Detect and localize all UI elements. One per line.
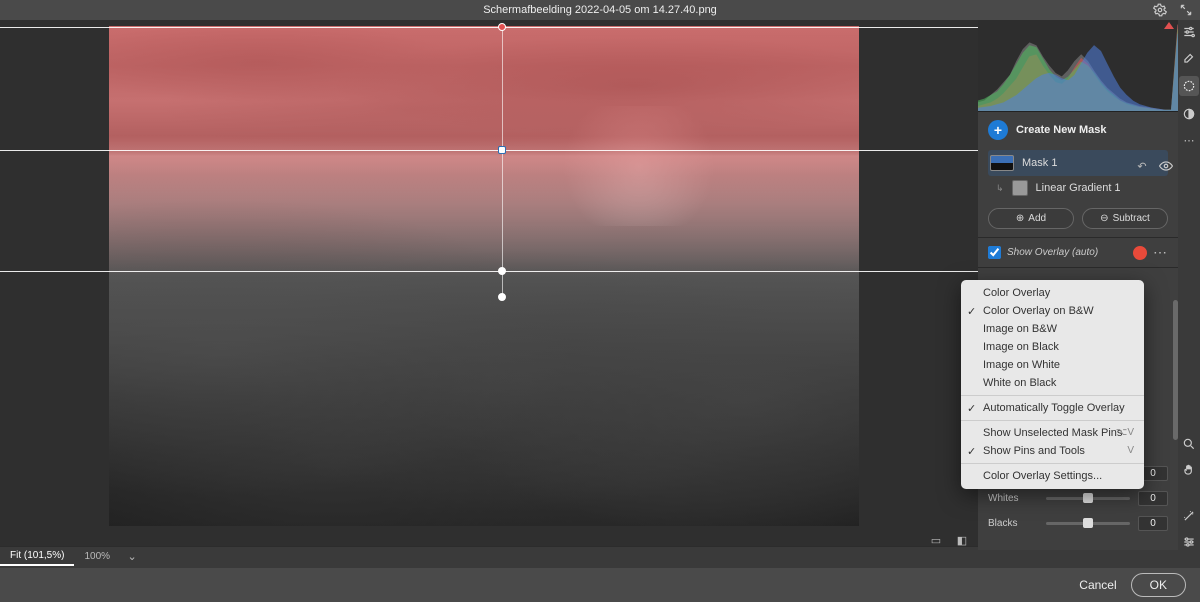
sliders2-icon[interactable] (1181, 534, 1197, 550)
dialog-footer: Cancel OK (0, 568, 1200, 602)
radial-mask-icon[interactable] (1179, 76, 1199, 96)
gradient-thumbnail (1012, 180, 1028, 196)
gradient-anchor-bottom[interactable] (498, 267, 506, 275)
chevron-down-icon[interactable]: ⌄ (124, 549, 140, 565)
gradient-vertical-line[interactable] (502, 27, 503, 297)
window-title: Schermafbeelding 2022-04-05 om 14.27.40.… (483, 4, 717, 16)
gradient-anchor-extra[interactable] (498, 293, 506, 301)
menu-auto-toggle[interactable]: ✓Automatically Toggle Overlay (961, 399, 1144, 417)
clipping-warning-icon[interactable] (1164, 22, 1174, 29)
show-overlay-row: Show Overlay (auto) ⋯ (978, 238, 1178, 268)
create-mask-button[interactable]: + (988, 120, 1008, 140)
visibility-icon[interactable] (1158, 158, 1174, 174)
slider-row-blacks: Blacks 0 (988, 516, 1168, 531)
panel-scrollbar[interactable] (1173, 300, 1178, 440)
blacks-slider[interactable] (1046, 522, 1130, 525)
title-bar: Schermafbeelding 2022-04-05 om 14.27.40.… (0, 0, 1200, 20)
adjust-icon[interactable] (1181, 24, 1197, 40)
gradient-line-top[interactable] (0, 27, 978, 28)
whites-value[interactable]: 0 (1138, 491, 1168, 506)
overlay-color-swatch[interactable] (1133, 246, 1147, 260)
zoom-fit-tab[interactable]: Fit (101,5%) (0, 547, 74, 566)
show-overlay-checkbox[interactable] (988, 246, 1001, 259)
overlay-context-menu: Color Overlay ✓Color Overlay on B&W Imag… (961, 280, 1144, 489)
cancel-button[interactable]: Cancel (1079, 578, 1116, 592)
whites-slider[interactable] (1046, 497, 1130, 500)
wand-icon[interactable] (1181, 508, 1197, 524)
gradient-handle-mid[interactable] (498, 146, 506, 154)
more-icon[interactable]: ⋯ (1181, 132, 1197, 148)
mask-sub-linear-gradient[interactable]: ↳ Linear Gradient 1 (988, 176, 1168, 200)
gear-icon[interactable] (1152, 2, 1168, 18)
menu-show-unselected[interactable]: Show Unselected Mask Pins⌥V (961, 424, 1144, 442)
link-icon: ↳ (996, 183, 1004, 194)
expand-icon[interactable] (1178, 2, 1194, 18)
image-preview[interactable] (109, 26, 859, 526)
add-mask-button[interactable]: ⊕ Add (988, 208, 1074, 229)
histogram[interactable] (978, 20, 1178, 112)
menu-white-black[interactable]: White on Black (961, 374, 1144, 392)
slider-row-whites: Whites 0 (988, 491, 1168, 506)
menu-show-pins-tools[interactable]: ✓Show Pins and ToolsV (961, 442, 1144, 460)
menu-color-overlay-bw[interactable]: ✓Color Overlay on B&W (961, 302, 1144, 320)
menu-image-white[interactable]: Image on White (961, 356, 1144, 374)
hand-icon[interactable] (1181, 462, 1197, 478)
show-overlay-label: Show Overlay (auto) (1007, 247, 1098, 258)
gradient-anchor-top[interactable] (498, 23, 506, 31)
gradient-line-bottom[interactable] (0, 271, 978, 272)
canvas-area[interactable]: ▭ ◧ (0, 20, 978, 550)
brush-icon[interactable] (1181, 50, 1197, 66)
menu-overlay-settings[interactable]: Color Overlay Settings... (961, 467, 1144, 485)
create-mask-label: Create New Mask (1016, 124, 1107, 136)
zoom-icon[interactable] (1181, 436, 1197, 452)
blacks-value[interactable]: 0 (1138, 516, 1168, 531)
add-icon: ⊕ (1016, 213, 1024, 224)
subtract-icon: ⊖ (1100, 213, 1108, 224)
subtract-mask-button[interactable]: ⊖ Subtract (1082, 208, 1168, 229)
menu-image-bw[interactable]: Image on B&W (961, 320, 1144, 338)
ok-button[interactable]: OK (1131, 573, 1186, 597)
menu-image-black[interactable]: Image on Black (961, 338, 1144, 356)
zoom-100-tab[interactable]: 100% (74, 548, 120, 565)
masks-panel: + Create New Mask ↶ Mask 1 ↳ Linear Grad… (978, 112, 1178, 238)
menu-color-overlay[interactable]: Color Overlay (961, 284, 1144, 302)
mask-label: Mask 1 (1022, 157, 1057, 169)
overlay-menu-button[interactable]: ⋯ (1153, 244, 1168, 261)
gradient-line-mid[interactable] (0, 150, 978, 151)
tone-icon[interactable] (1181, 106, 1197, 122)
zoom-bar: Fit (101,5%) 100% ⌄ (0, 546, 978, 566)
tool-rail: ⋯ (1178, 20, 1200, 550)
gradient-label: Linear Gradient 1 (1036, 182, 1121, 194)
mask-thumbnail (990, 155, 1014, 171)
undo-icon[interactable]: ↶ (1134, 158, 1150, 174)
